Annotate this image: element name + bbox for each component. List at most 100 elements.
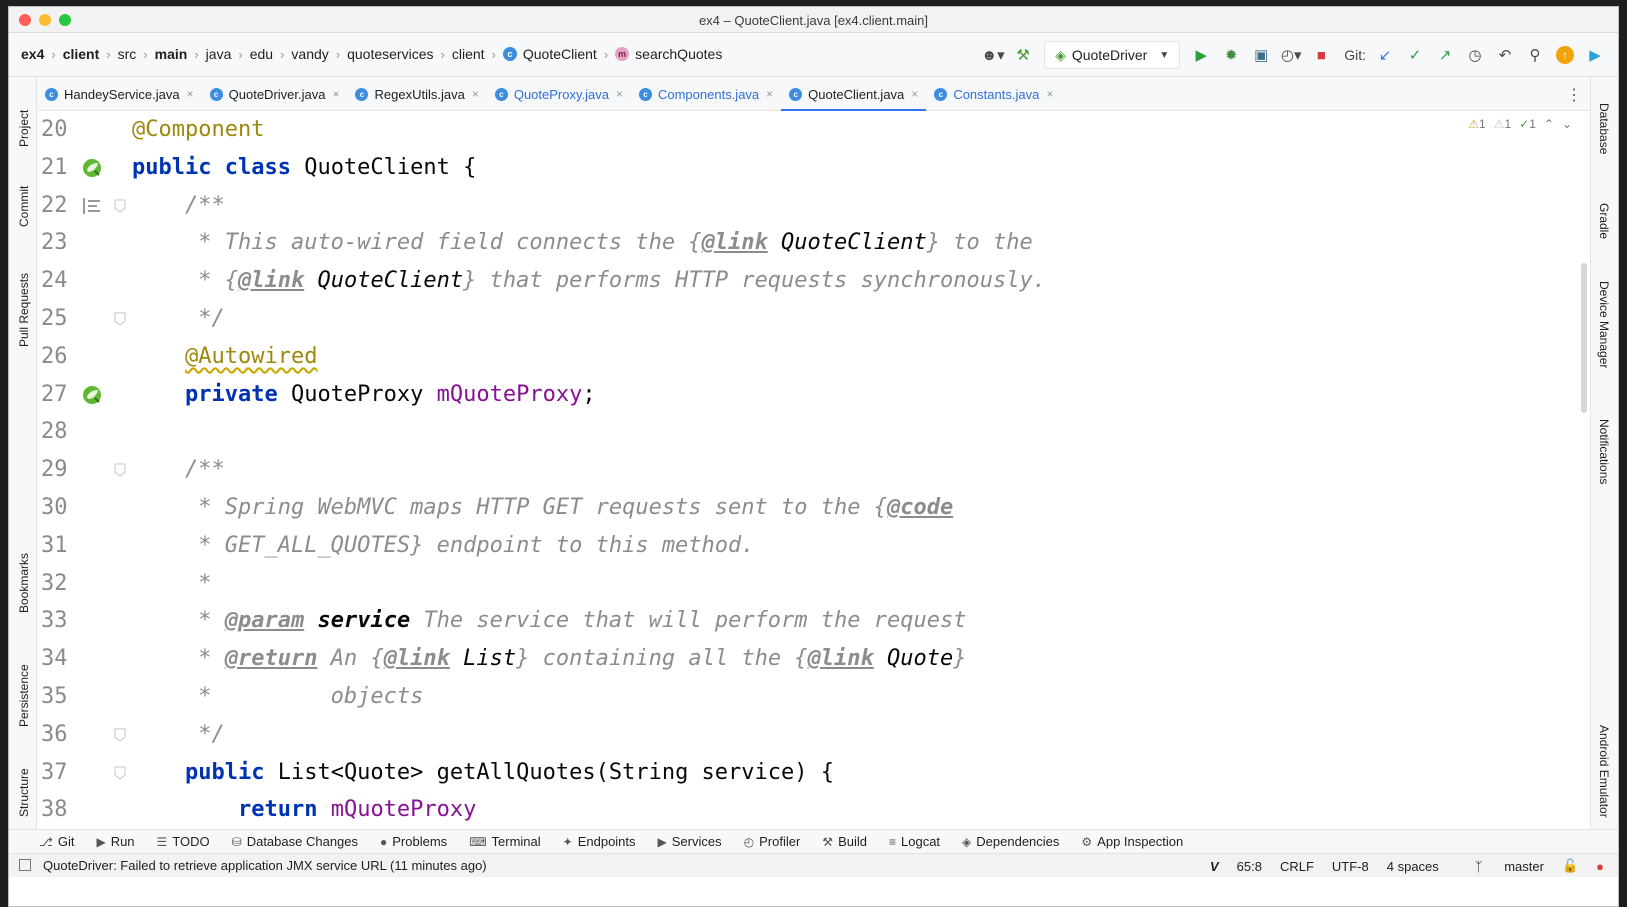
gutter-line[interactable]: 30	[37, 489, 129, 527]
breadcrumb-item[interactable]: quoteservices	[347, 46, 433, 62]
code-line[interactable]: * objects	[132, 678, 1574, 716]
gutter-line[interactable]: 31	[37, 527, 129, 565]
code-area[interactable]: @Component public class QuoteClient { /**…	[132, 111, 1574, 829]
gutter-line[interactable]: 29	[37, 451, 129, 489]
breadcrumb-item[interactable]: src	[118, 46, 137, 62]
indent-setting[interactable]: 4 spaces	[1387, 859, 1439, 874]
tool-window-services[interactable]: ▶ Services	[658, 834, 722, 849]
coverage-icon[interactable]: ▣	[1248, 42, 1274, 68]
code-line[interactable]: public List<Quote> getAllQuotes(String s…	[132, 754, 1574, 792]
tool-window-button-notifications[interactable]: Notifications	[1597, 419, 1611, 484]
more-tabs-icon[interactable]: ⋮	[1566, 85, 1582, 105]
tool-window-todo[interactable]: ☰ TODO	[157, 834, 210, 849]
tool-window-git[interactable]: ⎇ Git	[39, 834, 74, 849]
code-line[interactable]: * GET_ALL_QUOTES} endpoint to this metho…	[132, 527, 1574, 565]
editor-tab[interactable]: c QuoteProxy.java ×	[487, 77, 631, 111]
fold-marker-icon[interactable]	[114, 312, 126, 326]
gutter-line[interactable]: 33	[37, 602, 129, 640]
tool-window-profiler[interactable]: ◴ Profiler	[744, 834, 801, 849]
git-push-icon[interactable]: ↗	[1432, 42, 1458, 68]
editor-tab[interactable]: c HandeyService.java ×	[37, 77, 202, 111]
inspection-indicators[interactable]: ⚠ 1 ⚠ 1 ✓ 1 ⌃ ⌄	[1460, 117, 1572, 131]
build-hammer-icon[interactable]: ⚒	[1010, 42, 1036, 68]
debug-icon[interactable]: ✹	[1218, 42, 1244, 68]
git-branch[interactable]: ᛉ master	[1457, 859, 1544, 874]
code-line[interactable]: * @return An {@link List} containing all…	[132, 640, 1574, 678]
gutter-line[interactable]: 21	[37, 149, 129, 187]
fold-marker-icon[interactable]	[114, 766, 126, 780]
update-available-icon[interactable]: ↑	[1552, 42, 1578, 68]
code-line[interactable]: /**	[132, 451, 1574, 489]
editor-tab[interactable]: c RegexUtils.java ×	[347, 77, 486, 111]
code-line[interactable]: @Component	[132, 111, 1574, 149]
code-line[interactable]	[132, 413, 1574, 451]
doc-render-icon[interactable]	[81, 195, 103, 217]
gutter-line[interactable]: 27	[37, 376, 129, 414]
gutter-line[interactable]: 34	[37, 640, 129, 678]
fold-marker-icon[interactable]	[114, 199, 126, 213]
gutter-line[interactable]: 38	[37, 791, 129, 829]
fold-marker-icon[interactable]	[114, 728, 126, 742]
tool-window-button-pull-requests[interactable]: Pull Requests	[17, 273, 31, 347]
spring-bean-icon[interactable]	[81, 157, 103, 179]
code-line[interactable]: *	[132, 565, 1574, 603]
next-highlight-icon[interactable]: ⌄	[1562, 117, 1572, 131]
fold-marker-icon[interactable]	[114, 463, 126, 477]
tool-window-app-inspection[interactable]: ⚙ App Inspection	[1081, 834, 1183, 849]
tool-window-dependencies[interactable]: ◈ Dependencies	[962, 834, 1059, 849]
tool-window-button-project[interactable]: Project	[17, 110, 31, 147]
code-line[interactable]: * This auto-wired field connects the {@l…	[132, 224, 1574, 262]
gutter-line[interactable]: 24	[37, 262, 129, 300]
spring-bean-icon[interactable]	[81, 384, 103, 406]
close-tab-icon[interactable]: ×	[616, 87, 623, 101]
gutter-line[interactable]: 32	[37, 565, 129, 603]
previous-highlight-icon[interactable]: ⌃	[1544, 117, 1554, 131]
code-line[interactable]: @Autowired	[132, 338, 1574, 376]
line-separator[interactable]: CRLF	[1280, 859, 1314, 874]
android-studio-logo-icon[interactable]: ▶	[1582, 42, 1608, 68]
tool-window-button-database[interactable]: Database	[1597, 103, 1611, 154]
gutter-line[interactable]: 20	[37, 111, 129, 149]
status-message[interactable]: QuoteDriver: Failed to retrieve applicat…	[43, 858, 487, 873]
gutter-line[interactable]: 37	[37, 754, 129, 792]
editor-tab[interactable]: c Constants.java ×	[926, 77, 1061, 111]
breadcrumb-item[interactable]: main	[155, 46, 188, 62]
code-line[interactable]: /**	[132, 187, 1574, 225]
tool-window-problems[interactable]: ● Problems	[380, 834, 447, 849]
gutter-line[interactable]: 23	[37, 224, 129, 262]
error-indicator-icon[interactable]: ●	[1596, 859, 1604, 874]
editor-tab[interactable]: c QuoteDriver.java ×	[202, 77, 348, 111]
gutter-line[interactable]: 22	[37, 187, 129, 225]
vertical-scrollbar[interactable]	[1578, 111, 1590, 829]
git-update-icon[interactable]: ↙	[1372, 42, 1398, 68]
code-line[interactable]: */	[132, 716, 1574, 754]
editor-tab[interactable]: c QuoteClient.java ×	[781, 77, 927, 112]
breadcrumb-item[interactable]: m searchQuotes	[615, 46, 722, 62]
toggle-tool-windows-icon[interactable]	[19, 859, 31, 871]
tool-window-run[interactable]: ▶ Run	[96, 834, 134, 849]
tool-window-button-device-manager[interactable]: Device Manager	[1597, 281, 1611, 368]
tool-window-terminal[interactable]: ⌨ Terminal	[469, 834, 540, 849]
tool-window-database-changes[interactable]: ⛁ Database Changes	[232, 834, 358, 849]
close-tab-icon[interactable]: ×	[766, 87, 773, 101]
gutter-line[interactable]: 35	[37, 678, 129, 716]
breadcrumb-item[interactable]: edu	[250, 46, 273, 62]
gutter-line[interactable]: 28	[37, 413, 129, 451]
code-line[interactable]: public class QuoteClient {	[132, 149, 1574, 187]
breadcrumb-item[interactable]: client	[63, 46, 100, 62]
breadcrumb-item[interactable]: java	[206, 46, 232, 62]
editor-gutter[interactable]: 20 21 22 23 24 25 26 27 28 29 30 31 32 33 34 35 36 37 38	[37, 111, 129, 829]
code-editor[interactable]: 20 21 22 23 24 25 26 27 28 29 30 31 32 33 34 35 36 37 38 @…	[37, 111, 1590, 829]
rollback-icon[interactable]: ↶	[1492, 42, 1518, 68]
tool-window-logcat[interactable]: ≡ Logcat	[889, 834, 940, 849]
close-tab-icon[interactable]: ×	[1046, 87, 1053, 101]
close-tab-icon[interactable]: ×	[911, 87, 918, 101]
account-icon[interactable]: ☻▾	[980, 42, 1006, 68]
close-tab-icon[interactable]: ×	[332, 87, 339, 101]
breadcrumb-item[interactable]: client	[452, 46, 485, 62]
vim-icon[interactable]: V	[1210, 859, 1219, 874]
stop-icon[interactable]: ■	[1308, 42, 1334, 68]
tool-window-endpoints[interactable]: ✦ Endpoints	[563, 834, 636, 849]
breadcrumb-item[interactable]: ex4	[21, 46, 44, 62]
code-line[interactable]: return mQuoteProxy	[132, 791, 1574, 829]
